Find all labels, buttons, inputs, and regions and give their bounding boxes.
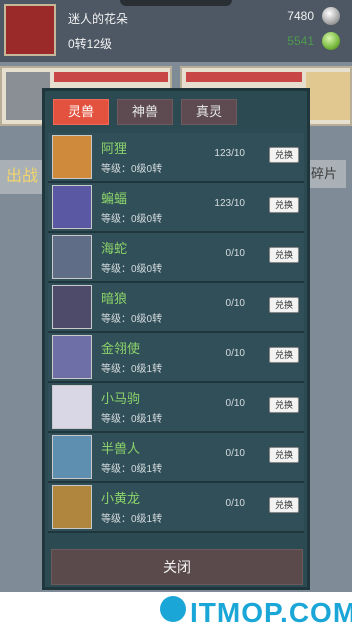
- pet-row: 阿狸等级：0级0转 123/10 兑换: [48, 133, 304, 183]
- pet-row: 小黄龙等级：0级1转 0/10 兑换: [48, 483, 304, 533]
- fragment-count: 0/10: [225, 348, 245, 359]
- pet-portrait: [52, 435, 92, 479]
- deploy-button[interactable]: 出战: [0, 160, 44, 194]
- watermark-text: ITMOP.COM: [190, 597, 352, 628]
- tab-divine-beast[interactable]: 神兽: [117, 99, 173, 125]
- tab-spirit-beast[interactable]: 灵兽: [53, 99, 109, 125]
- close-button[interactable]: 关闭: [51, 549, 303, 585]
- screen-notch: [120, 0, 232, 6]
- pet-row: 小马驹等级：0级1转 0/10 兑换: [48, 383, 304, 433]
- site-logo-icon: [160, 596, 186, 622]
- pet-name: 小黄龙: [101, 491, 141, 506]
- coin-count: 7480: [287, 9, 314, 23]
- pet-portrait: [52, 235, 92, 279]
- pet-row: 海蛇等级：0级0转 0/10 兑换: [48, 233, 304, 283]
- exchange-button[interactable]: 兑换: [269, 297, 299, 313]
- pet-portrait: [52, 285, 92, 329]
- coin-icon: [322, 7, 340, 25]
- player-name: 迷人的花朵: [68, 12, 129, 26]
- fragment-count: 123/10: [214, 198, 245, 209]
- pet-level: 等级：0级0转: [101, 164, 163, 175]
- pet-level: 等级：0级0转: [101, 314, 163, 325]
- pet-level: 等级：0级1转: [101, 464, 163, 475]
- pet-row: 金翎使等级：0级1转 0/10 兑换: [48, 333, 304, 383]
- exchange-button[interactable]: 兑换: [269, 197, 299, 213]
- pet-name: 半兽人: [101, 441, 141, 456]
- pet-portrait: [52, 135, 92, 179]
- player-level: 0转12级: [68, 37, 113, 51]
- fragment-count: 0/10: [225, 448, 245, 459]
- pet-row: 暗狼等级：0级0转 0/10 兑换: [48, 283, 304, 333]
- pet-portrait: [52, 385, 92, 429]
- fragment-count: 0/10: [225, 498, 245, 509]
- pet-avatar: [306, 72, 350, 120]
- pet-name: 海蛇: [101, 241, 128, 256]
- player-avatar[interactable]: [4, 4, 56, 56]
- fragment-count: 0/10: [225, 248, 245, 259]
- pet-level: 等级：0级1转: [101, 414, 163, 425]
- pet-level: 等级：0级1转: [101, 514, 163, 525]
- fragment-count: 0/10: [225, 398, 245, 409]
- player-header: 迷人的花朵 0转12级 7480 5541: [0, 0, 352, 62]
- exchange-button[interactable]: 兑换: [269, 497, 299, 513]
- exchange-button[interactable]: 兑换: [269, 397, 299, 413]
- pet-name: 阿狸: [101, 141, 128, 156]
- fragment-count: 123/10: [214, 148, 245, 159]
- hp-bar: [186, 72, 302, 82]
- hp-bar: [54, 72, 168, 82]
- pet-name: 暗狼: [101, 291, 128, 306]
- pet-row: 蝙蝠等级：0级0转 123/10 兑换: [48, 183, 304, 233]
- pet-list[interactable]: 阿狸 等级：0级0转 123/10 兑换 蝙蝠 等级：0级0转 123/10 兑换 海蛇 等级：0…: [48, 133, 304, 547]
- pet-portrait: [52, 335, 92, 379]
- pet-row: 半兽人等级：0级1转 0/10 兑换: [48, 433, 304, 483]
- pet-exchange-dialog: 灵兽 神兽 真灵 阿狸 等级：0级0转 123/10 兑换 蝙蝠 等级：0级0转 123/1…: [42, 88, 310, 590]
- exchange-button[interactable]: 兑换: [269, 147, 299, 163]
- pet-level: 等级：0级1转: [101, 364, 163, 375]
- pet-level: 等级：0级0转: [101, 214, 163, 225]
- pet-name: 小马驹: [101, 391, 141, 406]
- tab-true-spirit[interactable]: 真灵: [181, 99, 237, 125]
- exchange-button[interactable]: 兑换: [269, 447, 299, 463]
- pet-portrait: [52, 485, 92, 529]
- gem-count: 5541: [287, 34, 314, 48]
- exchange-button[interactable]: 兑换: [269, 247, 299, 263]
- exchange-button[interactable]: 兑换: [269, 347, 299, 363]
- pet-name: 金翎使: [101, 341, 141, 356]
- pet-portrait: [52, 185, 92, 229]
- gem-icon: [322, 32, 340, 50]
- pet-level: 等级：0级0转: [101, 264, 163, 275]
- pet-name: 蝙蝠: [101, 191, 128, 206]
- fragment-count: 0/10: [225, 298, 245, 309]
